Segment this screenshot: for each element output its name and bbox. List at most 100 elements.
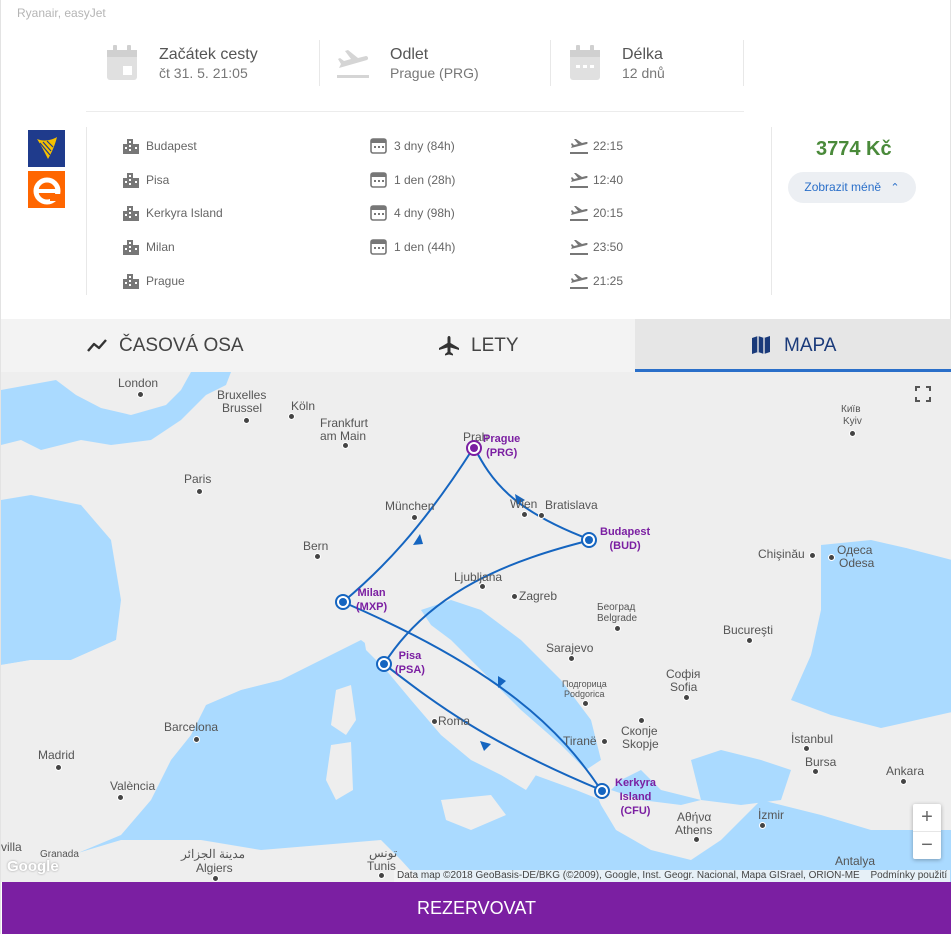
- map-city-label: Zagreb: [519, 589, 558, 603]
- place-marker-prague[interactable]: [465, 439, 483, 457]
- map-city-label: Odesa: [839, 556, 875, 570]
- view-tabs: ČASOVÁ OSA LETY MAPA: [1, 319, 951, 372]
- trip-start: Začátek cesty čt 31. 5. 21:05: [105, 40, 315, 86]
- divider: [550, 40, 551, 86]
- divider: [743, 40, 744, 86]
- map-city-dot: [193, 736, 200, 743]
- trip-departure-label: Odlet: [390, 46, 429, 63]
- map-city-dot: [601, 738, 608, 745]
- easyjet-logo: [28, 171, 65, 208]
- place-marker-kerkyra[interactable]: [593, 782, 611, 800]
- calendar-icon: [370, 239, 387, 255]
- map-city-label: Софія: [666, 667, 701, 681]
- map-city-dot: [900, 778, 907, 785]
- calendar-icon: [370, 172, 387, 188]
- map-city-label: Antalya: [835, 854, 876, 868]
- airplane-icon: [439, 336, 459, 356]
- place-name: Kerkyra: [615, 777, 656, 789]
- map-city-dot: [411, 514, 418, 521]
- map-city-label: Београд: [597, 602, 636, 613]
- city-icon: [123, 206, 139, 221]
- trip-duration: Délka 12 dnů: [568, 40, 738, 86]
- place-name: Pisa: [398, 650, 422, 662]
- place-marker-budapest[interactable]: [580, 531, 598, 549]
- map-city-dot: [809, 552, 816, 559]
- show-less-label: Zobrazit méně: [804, 180, 882, 194]
- tab-timeline[interactable]: ČASOVÁ OSA: [1, 319, 318, 372]
- map-icon: [752, 336, 770, 354]
- calendar-range-icon: [570, 45, 600, 80]
- map-city-label: Algiers: [196, 861, 233, 875]
- trip-departure: Odlet Prague (PRG): [336, 40, 546, 86]
- map-city-label: Kyiv: [843, 416, 862, 427]
- map-city-label: Roma: [438, 714, 471, 728]
- map-city-label: Bucureşti: [723, 623, 774, 637]
- itinerary-departure-time: 21:25: [593, 274, 624, 288]
- map-city-label: Київ: [841, 404, 861, 415]
- place-label-prague: Prague (PRG): [483, 432, 520, 460]
- itinerary-city-name: Milan: [146, 240, 175, 254]
- map-city-dot: [538, 512, 545, 519]
- place-name-2: Island: [619, 791, 652, 803]
- place-marker-milan[interactable]: [334, 593, 352, 611]
- map-city-label: Tunis: [367, 859, 396, 873]
- chevron-up-icon: ⌃: [890, 182, 900, 194]
- map-city-dot: [55, 764, 62, 771]
- place-code: (PRG): [486, 447, 518, 459]
- map-city-dot: [812, 768, 819, 775]
- itinerary-departure-time: 12:40: [593, 173, 624, 187]
- google-logo: Google: [7, 858, 59, 875]
- map-city-label: Bratislava: [545, 498, 598, 512]
- map-city-dot: [759, 822, 766, 829]
- map-city-dot: [511, 593, 518, 600]
- place-marker-pisa[interactable]: [375, 655, 393, 673]
- map-city-label: Bruxelles: [217, 388, 267, 402]
- trip-departure-value: Prague (PRG): [390, 65, 479, 81]
- trip-card: Ryanair, easyJet Začátek cesty čt 31. 5.…: [0, 0, 951, 934]
- map-city-label: Madrid: [38, 748, 75, 762]
- map-city-label: London: [118, 376, 159, 390]
- map-city-label: Tiranë: [563, 734, 597, 748]
- tab-flights-label: LETY: [471, 335, 519, 356]
- map-city-dot: [212, 875, 219, 882]
- zoom-in-button[interactable]: +: [913, 804, 941, 831]
- ryanair-logo: [28, 130, 65, 167]
- show-less-button[interactable]: Zobrazit méně ⌃: [788, 172, 916, 203]
- place-label-pisa: Pisa (PSA): [395, 649, 425, 677]
- map-city-dot: [521, 511, 528, 518]
- map-city-label: Brussel: [222, 401, 263, 415]
- map-city-label: İzmir: [758, 808, 784, 822]
- map-city-dot: [378, 872, 385, 879]
- map-city-label: Wien: [510, 497, 538, 511]
- plane-takeoff-icon: [570, 206, 588, 221]
- itinerary-city-name: Prague: [146, 274, 185, 288]
- map-city-dot: [638, 717, 645, 724]
- map-city-dot: [117, 794, 124, 801]
- fullscreen-icon[interactable]: [914, 385, 932, 403]
- tab-map-label: MAPA: [784, 335, 837, 356]
- tab-flights[interactable]: LETY: [318, 319, 635, 372]
- route-map[interactable]: London Bruxelles Brussel Köln Frankfurt …: [1, 372, 951, 882]
- zoom-out-button[interactable]: −: [913, 831, 941, 859]
- map-city-label: Скопје: [621, 724, 658, 738]
- tab-map[interactable]: MAPA: [635, 319, 951, 372]
- plane-takeoff-icon: [337, 50, 369, 78]
- map-city-dot: [582, 700, 589, 707]
- plane-takeoff-icon: [570, 274, 588, 289]
- place-code: (PSA): [395, 664, 425, 676]
- plane-takeoff-icon: [570, 173, 588, 188]
- itinerary-stay-text: 4 dny (98h): [394, 206, 455, 220]
- itinerary-departure-time: 22:15: [593, 139, 624, 153]
- map-city-label: İstanbul: [791, 732, 834, 746]
- map-city-label: Ankara: [886, 764, 925, 778]
- book-button[interactable]: REZERVOVAT: [2, 882, 951, 934]
- map-city-label: Barcelona: [164, 720, 219, 734]
- trip-start-label: Začátek cesty: [159, 46, 258, 63]
- place-label-budapest: Budapest (BUD): [600, 525, 650, 553]
- map-city-label: مدينة الجزائر: [181, 847, 246, 861]
- city-icon: [123, 173, 139, 188]
- map-terms-link[interactable]: Podmínky použití: [871, 870, 948, 881]
- city-icon: [123, 274, 139, 289]
- itinerary-stay-text: 1 den (28h): [394, 173, 456, 187]
- itinerary-city-name: Kerkyra Island: [146, 206, 223, 220]
